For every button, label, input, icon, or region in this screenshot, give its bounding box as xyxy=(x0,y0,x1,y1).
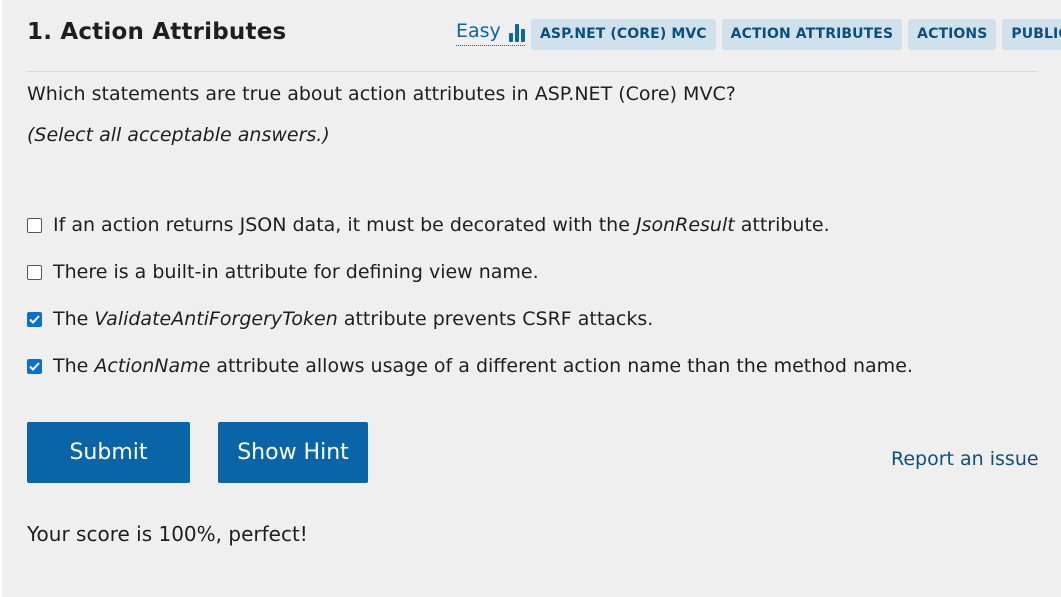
tag-aspnet-core-mvc[interactable]: ASP.NET (CORE) MVC xyxy=(531,19,716,50)
answer-text: The ValidateAntiForgeryToken attribute p… xyxy=(53,308,654,330)
tag-action-attributes[interactable]: ACTION ATTRIBUTES xyxy=(721,19,903,50)
answer-checkbox[interactable] xyxy=(27,311,42,327)
report-issue-link[interactable]: Report an issue xyxy=(891,448,1039,470)
bar-chart-icon xyxy=(508,24,525,42)
answer-checkbox[interactable] xyxy=(27,264,42,280)
question-card: 1. Action Attributes Easy ASP.NET (CORE)… xyxy=(2,0,1061,597)
answer-text: There is a built-in attribute for defini… xyxy=(53,261,539,283)
question-text: Which statements are true about action a… xyxy=(27,83,736,105)
tag-list: ASP.NET (CORE) MVC ACTION ATTRIBUTES ACT… xyxy=(531,19,1061,50)
tag-public[interactable]: PUBLIC xyxy=(1002,19,1061,50)
question-title: 1. Action Attributes xyxy=(27,19,287,45)
tag-actions[interactable]: ACTIONS xyxy=(908,19,997,50)
question-header: 1. Action Attributes Easy ASP.NET (CORE)… xyxy=(27,0,1061,72)
answer-option-4[interactable]: The ActionName attribute allows usage of… xyxy=(27,355,913,377)
answer-option-3[interactable]: The ValidateAntiForgeryToken attribute p… xyxy=(27,308,653,330)
question-instruction: (Select all acceptable answers.) xyxy=(27,124,330,146)
difficulty-label: Easy xyxy=(456,20,501,42)
answer-checkbox[interactable] xyxy=(27,358,42,374)
answer-checkbox[interactable] xyxy=(27,217,42,233)
difficulty-indicator[interactable]: Easy xyxy=(456,20,525,46)
answer-option-2[interactable]: There is a built-in attribute for defini… xyxy=(27,261,539,283)
checkmark-icon xyxy=(29,361,40,371)
show-hint-button[interactable]: Show Hint xyxy=(218,422,368,483)
answer-text: If an action returns JSON data, it must … xyxy=(53,214,830,236)
answer-option-1[interactable]: If an action returns JSON data, it must … xyxy=(27,214,830,236)
submit-button[interactable]: Submit xyxy=(27,422,190,483)
answer-text: The ActionName attribute allows usage of… xyxy=(53,355,913,377)
checkmark-icon xyxy=(29,314,40,324)
score-message: Your score is 100%, perfect! xyxy=(27,522,308,546)
